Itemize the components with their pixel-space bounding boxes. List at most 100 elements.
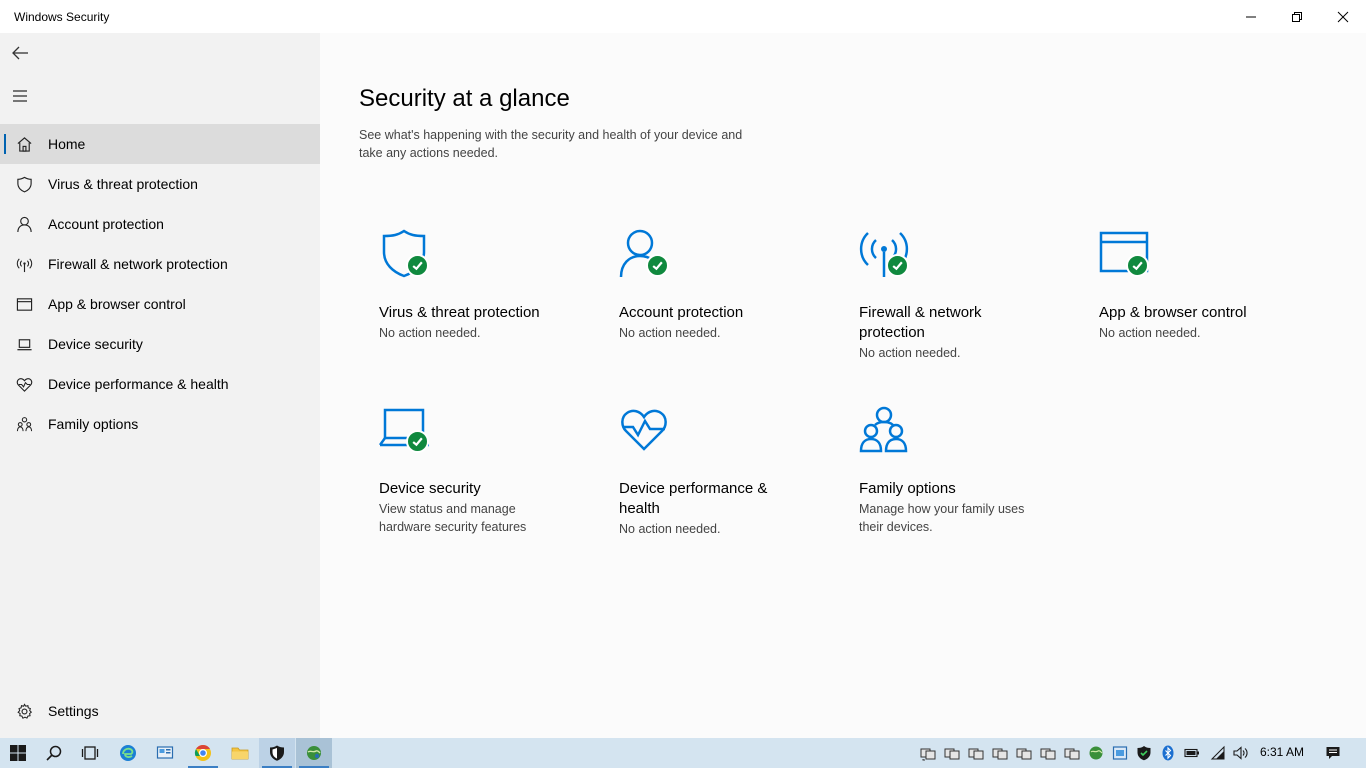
- tile-title: Virus & threat protection: [379, 304, 540, 321]
- restore-button[interactable]: [1274, 0, 1320, 33]
- tile-status: No action needed.: [1099, 326, 1201, 340]
- page-title: Security at a glance: [359, 85, 570, 112]
- tray-bluetooth[interactable]: [1156, 738, 1180, 768]
- sidebar-item-label: Virus & threat protection: [48, 176, 198, 192]
- tray-network-adapter-7[interactable]: [1060, 738, 1084, 768]
- network-adapter-icon: [992, 748, 1008, 760]
- windows-logo-icon: [10, 745, 26, 761]
- control-panel-icon: [156, 746, 174, 759]
- tile-device-performance-health[interactable]: Device performance & health No action ne…: [619, 405, 789, 538]
- sidebar: Home Virus & threat protection Account p…: [0, 33, 320, 738]
- tile-status: Manage how your family uses their device…: [859, 502, 1025, 534]
- tile-title: Family options: [859, 480, 956, 497]
- tray-network-adapter-6[interactable]: [1036, 738, 1060, 768]
- task-view-icon: [81, 746, 99, 760]
- tray-network-adapter-4[interactable]: [988, 738, 1012, 768]
- minimize-icon: [1246, 16, 1256, 17]
- home-icon: [17, 136, 31, 152]
- minimize-button[interactable]: [1228, 0, 1274, 33]
- shield-icon: [270, 745, 284, 761]
- network-adapter-icon: [920, 748, 936, 761]
- heart-icon: [16, 377, 32, 392]
- tray-network-adapter-1[interactable]: [916, 738, 940, 768]
- sidebar-item-label: Device security: [48, 336, 143, 352]
- tray-wifi[interactable]: [1206, 738, 1230, 768]
- taskbar-clock[interactable]: 6:31 AM: [1260, 745, 1304, 759]
- taskbar-app-chrome[interactable]: [185, 738, 221, 768]
- edge-icon: [120, 745, 136, 761]
- network-adapter-icon: [1064, 748, 1080, 760]
- taskbar-app-windows-security[interactable]: [259, 738, 295, 768]
- ok-check-icon: [886, 254, 909, 277]
- sidebar-item-settings[interactable]: Settings: [0, 691, 320, 731]
- heart-icon: [621, 409, 667, 451]
- main-content: Security at a glance See what's happenin…: [320, 33, 1366, 738]
- ok-check-icon: [406, 430, 429, 453]
- close-button[interactable]: [1320, 0, 1366, 33]
- tile-virus-threat-protection[interactable]: Virus & threat protection No action need…: [379, 229, 609, 342]
- taskbar-app-file-explorer[interactable]: [222, 738, 258, 768]
- action-center-button[interactable]: [1321, 738, 1345, 768]
- tile-family-options[interactable]: Family options Manage how your family us…: [859, 405, 1049, 536]
- start-button[interactable]: [0, 738, 36, 768]
- tray-globe-app[interactable]: [1084, 738, 1108, 768]
- task-view-button[interactable]: [72, 738, 108, 768]
- sidebar-item-label: Device performance & health: [48, 376, 229, 392]
- globe-app-icon: [307, 746, 321, 760]
- back-button[interactable]: [0, 33, 40, 73]
- tile-app-browser-control[interactable]: App & browser control No action needed.: [1099, 229, 1329, 342]
- ok-check-icon: [406, 254, 429, 277]
- app-window-icon: [1112, 746, 1128, 760]
- tile-status: No action needed.: [859, 346, 961, 360]
- person-icon: [16, 216, 32, 232]
- tile-title: Device performance & health: [619, 480, 768, 517]
- tile-status: No action needed.: [379, 326, 481, 340]
- network-adapter-icon: [1016, 748, 1032, 760]
- ok-check-icon: [1126, 254, 1149, 277]
- close-icon: [1337, 11, 1349, 22]
- taskbar-app-edge[interactable]: [110, 738, 146, 768]
- taskbar-app-control-panel[interactable]: [147, 738, 183, 768]
- search-button[interactable]: [36, 738, 72, 768]
- shield-icon: [16, 176, 32, 192]
- sidebar-item-app-browser-control[interactable]: App & browser control: [0, 284, 320, 324]
- sidebar-item-account-protection[interactable]: Account protection: [0, 204, 320, 244]
- menu-button[interactable]: [0, 76, 40, 116]
- taskbar-app-network-tool[interactable]: [296, 738, 332, 768]
- network-adapter-icon: [944, 748, 960, 760]
- sidebar-item-home[interactable]: Home: [0, 124, 320, 164]
- antenna-icon: [16, 257, 32, 272]
- speaker-icon: [1233, 746, 1248, 760]
- network-adapter-icon: [1040, 748, 1056, 760]
- tray-windows-security[interactable]: [1132, 738, 1156, 768]
- taskbar: 6:31 AM: [0, 738, 1366, 768]
- tile-account-protection[interactable]: Account protection No action needed.: [619, 229, 849, 342]
- laptop-icon: [16, 338, 32, 350]
- tray-network-adapter-5[interactable]: [1012, 738, 1036, 768]
- tray-network-adapter-3[interactable]: [964, 738, 988, 768]
- sidebar-item-label: Home: [48, 136, 86, 152]
- sidebar-item-label: App & browser control: [48, 296, 186, 312]
- ok-check-icon: [646, 254, 669, 277]
- tile-title: App & browser control: [1099, 304, 1247, 321]
- shield-check-icon: [1137, 746, 1151, 761]
- tile-firewall-network-protection[interactable]: Firewall & network protection No action …: [859, 229, 1049, 362]
- sidebar-item-device-performance-health[interactable]: Device performance & health: [0, 364, 320, 404]
- globe-app-icon: [1089, 746, 1103, 760]
- tray-battery[interactable]: [1180, 738, 1204, 768]
- search-icon: [46, 745, 62, 761]
- page-description: See what's happening with the security a…: [359, 128, 743, 160]
- tray-network-adapter-2[interactable]: [940, 738, 964, 768]
- tray-volume[interactable]: [1228, 738, 1252, 768]
- sidebar-item-family-options[interactable]: Family options: [0, 404, 320, 444]
- wifi-icon: [1210, 745, 1225, 760]
- tray-app-window[interactable]: [1108, 738, 1132, 768]
- sidebar-item-label: Family options: [48, 416, 139, 432]
- restore-icon: [1292, 11, 1302, 22]
- bluetooth-icon: [1162, 745, 1174, 761]
- tile-device-security[interactable]: Device security View status and manage h…: [379, 405, 609, 536]
- sidebar-item-firewall-network-protection[interactable]: Firewall & network protection: [0, 244, 320, 284]
- sidebar-item-device-security[interactable]: Device security: [0, 324, 320, 364]
- sidebar-item-virus-threat-protection[interactable]: Virus & threat protection: [0, 164, 320, 204]
- network-adapter-icon: [968, 748, 984, 760]
